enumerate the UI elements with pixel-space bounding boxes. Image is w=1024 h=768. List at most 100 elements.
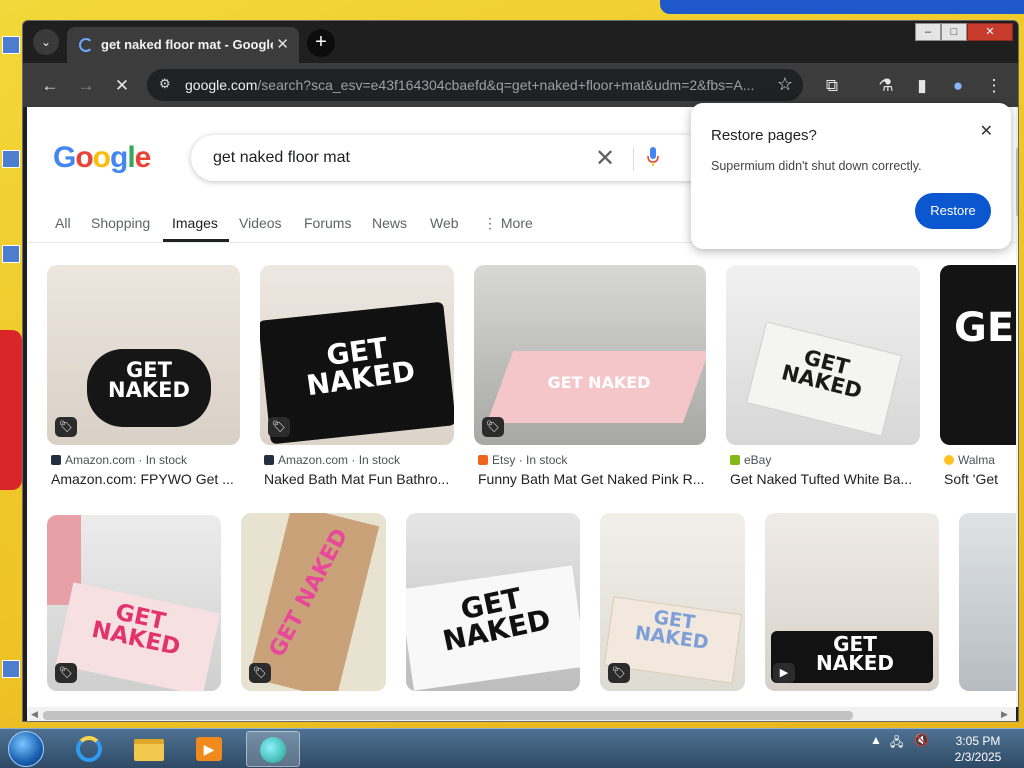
result-source[interactable]: Amazon.com · In stock [51, 453, 187, 467]
result-source[interactable]: Amazon.com · In stock [264, 453, 400, 467]
video-play-icon: ▶ [773, 663, 795, 683]
result-image[interactable]: GET NAKED 🏷 [47, 515, 221, 691]
clear-search-icon[interactable]: ✕ [595, 144, 615, 173]
desktop-shortcut-icon[interactable] [2, 660, 20, 678]
horizontal-scrollbar[interactable]: ◀ ▶ [27, 707, 1016, 721]
menu-kebab-icon[interactable]: ⋮ [981, 73, 1007, 99]
result-caption[interactable]: Soft 'Get [944, 471, 1016, 487]
active-tab-underline [163, 239, 229, 242]
shopping-tag-icon: 🏷 [482, 417, 504, 437]
loading-spinner-icon [79, 38, 93, 52]
clock[interactable]: 3:05 PM 2/3/2025 [938, 733, 1018, 765]
clock-time: 3:05 PM [955, 734, 1001, 748]
desktop-shortcut-icon[interactable] [2, 150, 20, 168]
tab-videos[interactable]: Videos [239, 215, 282, 231]
tab-shopping[interactable]: Shopping [91, 215, 150, 231]
google-logo[interactable]: Google [53, 141, 151, 175]
maximize-button[interactable]: □ [941, 23, 967, 41]
taskbar: ▶ ▲ 🖧 🔇 3:05 PM 2/3/2025 [0, 728, 1024, 768]
shopping-tag-icon: 🏷 [249, 663, 271, 683]
result-caption[interactable]: Amazon.com: FPYWO Get ... [51, 471, 237, 487]
result-image[interactable]: GET NAKED 🏷 [600, 513, 745, 691]
scroll-thumb[interactable] [43, 711, 853, 720]
result-image[interactable]: GET NAKED ▶ [765, 513, 939, 691]
side-panel-icon[interactable]: ▮ [909, 73, 935, 99]
chevron-down-icon: ⌄ [40, 35, 52, 49]
tab-title: get naked floor mat - Google S [101, 37, 273, 52]
mat-text: GET NAKED [816, 632, 894, 675]
restore-pages-dialog: Restore pages? Supermium didn't shut dow… [691, 103, 1011, 249]
etsy-favicon-icon [478, 455, 488, 465]
result-caption[interactable]: Funny Bath Mat Get Naked Pink R... [478, 471, 708, 487]
profile-avatar-icon[interactable]: ● [945, 73, 971, 99]
desktop-wallpaper-shape [0, 330, 22, 490]
result-image[interactable] [959, 513, 1016, 691]
result-image[interactable]: GET NAKED [406, 513, 580, 691]
address-bar[interactable]: ⚙ google.com/search?sca_esv=e43f164304cb… [147, 69, 803, 101]
new-tab-button[interactable]: + [307, 29, 335, 57]
result-image[interactable]: GET NAKED 🏷 [241, 513, 386, 691]
scroll-left-arrow-icon[interactable]: ◀ [31, 709, 38, 720]
site-info-icon[interactable]: ⚙ [159, 76, 171, 92]
mat-text: GET NAKED [108, 358, 190, 402]
tab-forums[interactable]: Forums [304, 215, 351, 231]
extensions-icon[interactable]: ⧉ [819, 73, 845, 99]
desktop-shortcut-icon[interactable] [2, 245, 20, 263]
show-hidden-icons-icon[interactable]: ▲ [870, 733, 882, 747]
network-icon[interactable]: 🖧 [890, 733, 903, 754]
media-player-icon[interactable]: ▶ [182, 731, 236, 767]
result-image[interactable]: GE [940, 265, 1016, 445]
close-icon[interactable]: ✕ [980, 121, 993, 141]
result-image[interactable]: GET NAKED 🏷 [474, 265, 706, 445]
forward-arrow-icon[interactable]: → [73, 73, 99, 99]
scroll-thumb[interactable] [1016, 147, 1018, 217]
walmart-favicon-icon [944, 455, 954, 465]
labs-flask-icon[interactable]: ⚗ [873, 73, 899, 99]
url-text[interactable]: google.com/search?sca_esv=e43f164304cbae… [185, 77, 765, 93]
tab-web[interactable]: Web [430, 215, 459, 231]
internet-explorer-icon[interactable] [62, 731, 116, 767]
result-source[interactable]: Etsy · In stock [478, 453, 567, 467]
more-dots-icon: ⋮ [483, 215, 497, 231]
tab-search-button[interactable]: ⌄ [33, 29, 59, 55]
close-window-button[interactable]: ✕ [967, 23, 1013, 41]
browser-window: ⌄ get naked floor mat - Google S ✕ + – □… [22, 20, 1019, 722]
result-caption[interactable]: Naked Bath Mat Fun Bathro... [264, 471, 454, 487]
search-box[interactable]: get naked floor mat ✕ [191, 135, 711, 181]
browser-tab[interactable]: get naked floor mat - Google S ✕ [67, 27, 299, 63]
shopping-tag-icon: 🏷 [55, 663, 77, 683]
restore-button[interactable]: Restore [915, 193, 991, 229]
result-image[interactable]: GET NAKED 🏷 [47, 265, 240, 445]
tab-more[interactable]: ⋮ More [483, 215, 533, 232]
browser-taskbar-icon[interactable] [246, 731, 300, 767]
mat-text: GE [954, 305, 1015, 351]
volume-muted-icon[interactable]: 🔇 [914, 733, 929, 747]
amazon-favicon-icon [51, 455, 61, 465]
minimize-button[interactable]: – [915, 23, 941, 41]
title-bar: ⌄ get naked floor mat - Google S ✕ + – □… [23, 21, 1018, 63]
file-explorer-icon[interactable] [122, 731, 176, 767]
vertical-scrollbar[interactable] [1016, 107, 1018, 707]
result-source[interactable]: Walma [944, 453, 995, 467]
result-image[interactable]: GET NAKED [726, 265, 920, 445]
scroll-right-arrow-icon[interactable]: ▶ [1001, 709, 1008, 720]
tab-news[interactable]: News [372, 215, 407, 231]
close-tab-icon[interactable]: ✕ [276, 35, 289, 53]
bookmark-star-icon[interactable]: ☆ [777, 74, 793, 95]
microphone-icon[interactable] [647, 147, 659, 167]
result-caption[interactable]: Get Naked Tufted White Ba... [730, 471, 920, 487]
start-button[interactable] [8, 731, 44, 767]
shopping-tag-icon: 🏷 [268, 417, 290, 437]
tab-all[interactable]: All [55, 215, 71, 231]
search-input[interactable]: get naked floor mat [213, 149, 350, 167]
result-image[interactable]: GET NAKED 🏷 [260, 265, 454, 445]
shopping-tag-icon: 🏷 [608, 663, 630, 683]
tab-images[interactable]: Images [172, 215, 218, 231]
result-source[interactable]: eBay [730, 453, 771, 467]
back-arrow-icon[interactable]: ← [37, 73, 63, 99]
dialog-message: Supermium didn't shut down correctly. [711, 159, 922, 173]
stop-loading-icon[interactable]: ✕ [109, 73, 135, 99]
amazon-favicon-icon [264, 455, 274, 465]
desktop-shortcut-icon[interactable] [2, 36, 20, 54]
ebay-favicon-icon [730, 455, 740, 465]
